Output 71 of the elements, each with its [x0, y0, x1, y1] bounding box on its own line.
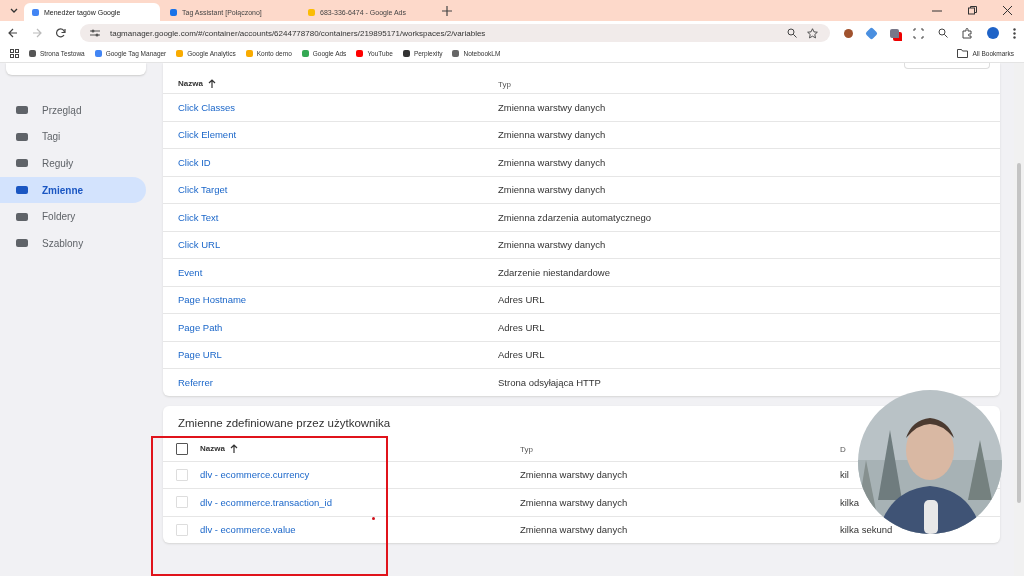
variable-link[interactable]: Click URL — [178, 239, 221, 251]
table-cell: kilka sekund — [840, 524, 893, 536]
table-cell: Zdarzenie niestandardowe — [498, 266, 610, 278]
zoom-icon[interactable] — [787, 28, 797, 38]
table-cell: Zmienna warstwy danych — [498, 101, 606, 113]
address-bar[interactable]: tagmanager.google.com/#/container/accounts/6244778780/containers/219895171/workspaces/2/variables — [80, 24, 830, 42]
table-cell: Adres URL — [498, 349, 545, 361]
close-icon[interactable] — [1003, 6, 1012, 15]
table-cell: Zmienna warstwy danych — [520, 469, 628, 481]
zoom-icon[interactable] — [938, 28, 948, 38]
variable-link[interactable]: Click Classes — [178, 101, 235, 113]
variable-link[interactable]: Click ID — [178, 156, 211, 168]
variable-link[interactable]: Click Text — [178, 211, 219, 223]
row-checkbox[interactable] — [175, 523, 188, 536]
screenshot-icon[interactable] — [913, 27, 924, 39]
column-header: Nazwa — [178, 78, 203, 88]
column-header: Nazwa — [200, 444, 225, 453]
variable-link[interactable]: Referrer — [178, 376, 213, 388]
puzzle-icon[interactable] — [962, 27, 973, 39]
sort-arrow-icon[interactable] — [229, 444, 238, 453]
table-cell: Zmienna warstwy danych — [520, 524, 628, 536]
folder-icon — [957, 49, 969, 58]
variable-link[interactable]: Page Hostname — [178, 294, 247, 306]
variable-link[interactable]: Click Element — [178, 129, 237, 141]
variable-link[interactable]: dlv - ecommerce.currency — [200, 469, 310, 481]
new-tab-icon[interactable] — [442, 5, 452, 16]
variable-link[interactable]: Page Path — [178, 321, 223, 333]
chevron-down-icon[interactable] — [10, 8, 18, 13]
tag-icon[interactable] — [865, 26, 878, 40]
variable-link[interactable]: Event — [178, 266, 203, 278]
column-header: Typ — [498, 79, 511, 89]
nav-item[interactable]: Przegląd — [0, 97, 146, 124]
variable-link[interactable]: dlv - ecommerce.transaction_id — [200, 496, 332, 508]
table-cell: Adres URL — [498, 294, 545, 306]
menu-icon[interactable] — [1013, 27, 1016, 39]
back-icon[interactable] — [8, 28, 18, 38]
table-cell: Zmienna warstwy danych — [498, 129, 606, 141]
annotation-dot — [372, 517, 375, 520]
table-cell: kilka — [840, 496, 859, 508]
variable-link[interactable]: Click Target — [178, 184, 228, 196]
table-cell: Zmienna zdarzenia automatycznego — [498, 211, 652, 223]
table-cell: Zmienna warstwy danych — [498, 184, 606, 196]
restore-icon[interactable] — [968, 6, 977, 15]
nav-item[interactable]: Szablony — [0, 229, 146, 257]
minimize-icon[interactable] — [932, 9, 942, 12]
site-settings-icon[interactable] — [90, 29, 100, 37]
row-checkbox[interactable] — [175, 496, 188, 509]
table-cell: Zmienna warstwy danych — [520, 496, 628, 508]
table-cell: Strona odsyłająca HTTP — [498, 376, 601, 388]
table-cell: Zmienna warstwy danych — [498, 156, 606, 168]
card-title: Zmienne zdefiniowane przez użytkownika — [177, 415, 392, 429]
star-icon[interactable] — [807, 27, 818, 39]
nav-item[interactable]: Reguły — [0, 150, 146, 177]
nav-item[interactable]: Foldery — [0, 203, 146, 230]
table-cell: Adres URL — [498, 321, 545, 333]
column-header: D — [840, 445, 846, 454]
cookie-icon[interactable] — [844, 28, 853, 38]
table-cell: Zmienna warstwy danych — [498, 239, 606, 251]
column-header: Typ — [520, 445, 533, 454]
extension-badge-icon[interactable] — [890, 28, 899, 38]
sort-arrow-icon[interactable] — [207, 78, 216, 88]
variable-link[interactable]: dlv - ecommerce.value — [200, 524, 296, 536]
nav-item[interactable]: Zmienne — [0, 176, 146, 204]
reload-icon[interactable] — [56, 28, 66, 38]
profile-icon[interactable] — [987, 27, 999, 39]
variable-link[interactable]: Page URL — [178, 349, 222, 361]
apps-icon[interactable] — [10, 49, 19, 58]
nav-item[interactable]: Tagi — [0, 123, 146, 151]
select-all-checkbox[interactable] — [175, 442, 188, 455]
table-cell: kil — [840, 469, 849, 481]
row-checkbox[interactable] — [175, 468, 188, 481]
